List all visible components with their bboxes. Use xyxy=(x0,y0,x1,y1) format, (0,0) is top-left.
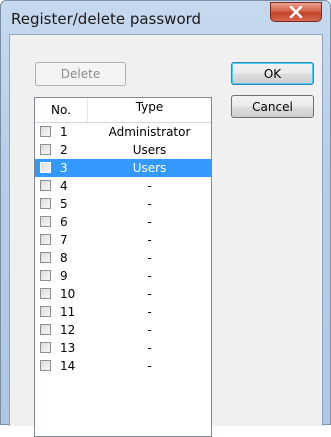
row-type: - xyxy=(147,341,152,355)
list-item[interactable]: 6- xyxy=(35,213,211,231)
row-number: 10 xyxy=(60,287,76,301)
ok-button[interactable]: OK xyxy=(231,62,314,85)
list-item[interactable]: 11 - xyxy=(35,303,211,321)
row-checkbox[interactable] xyxy=(40,270,51,281)
row-number: 1 xyxy=(60,125,68,139)
row-checkbox[interactable] xyxy=(40,306,51,317)
column-header-no[interactable]: No. xyxy=(35,98,88,122)
list-item[interactable]: 10 - xyxy=(35,285,211,303)
list-item[interactable]: 1 Administrator xyxy=(35,123,211,141)
dialog-window: Register/delete password Delete OK Cance… xyxy=(0,0,331,437)
list-header: No. Type xyxy=(35,98,211,123)
row-type: Users xyxy=(132,143,167,157)
row-number: 3 xyxy=(60,161,68,175)
row-checkbox[interactable] xyxy=(40,162,51,173)
list-item[interactable]: 7- xyxy=(35,231,211,249)
password-list[interactable]: No. Type 1 Administrator 2 Users 3 Users 4-5-6… xyxy=(34,97,212,437)
row-type: - xyxy=(147,233,152,247)
list-item[interactable]: 12 - xyxy=(35,321,211,339)
row-checkbox[interactable] xyxy=(40,360,51,371)
row-number: 4 xyxy=(60,179,68,193)
list-item[interactable]: 13 - xyxy=(35,339,211,357)
cancel-button[interactable]: Cancel xyxy=(231,95,314,118)
row-type: - xyxy=(147,197,152,211)
window-title: Register/delete password xyxy=(11,10,202,28)
dialog-client-area: Delete OK Cancel No. Type 1 Administrator… xyxy=(9,34,323,437)
row-number: 5 xyxy=(60,197,68,211)
row-type: - xyxy=(147,215,152,229)
row-type: Users xyxy=(132,161,167,175)
list-item[interactable]: 8- xyxy=(35,249,211,267)
list-item[interactable]: 14 - xyxy=(35,357,211,375)
list-item[interactable]: 2 Users xyxy=(35,141,211,159)
row-number: 11 xyxy=(60,305,76,319)
list-item[interactable]: 4- xyxy=(35,177,211,195)
row-number: 12 xyxy=(60,323,76,337)
row-number: 7 xyxy=(60,233,68,247)
delete-button[interactable]: Delete xyxy=(35,62,126,86)
row-checkbox[interactable] xyxy=(40,252,51,263)
row-number: 14 xyxy=(60,359,76,373)
row-checkbox[interactable] xyxy=(40,324,51,335)
row-number: 6 xyxy=(60,215,68,229)
list-item[interactable]: 5- xyxy=(35,195,211,213)
list-rows: 1 Administrator 2 Users 3 Users 4-5-6-7-8-9-10… xyxy=(35,123,211,375)
close-icon xyxy=(289,6,303,18)
row-number: 13 xyxy=(60,341,76,355)
row-checkbox[interactable] xyxy=(40,234,51,245)
list-item[interactable]: 3 Users xyxy=(35,159,211,177)
row-type: - xyxy=(147,287,152,301)
row-checkbox[interactable] xyxy=(40,180,51,191)
row-number: 9 xyxy=(60,269,68,283)
list-item[interactable]: 9- xyxy=(35,267,211,285)
column-header-type[interactable]: Type xyxy=(88,98,211,116)
row-checkbox[interactable] xyxy=(40,144,51,155)
title-bar[interactable]: Register/delete password xyxy=(1,1,330,35)
row-checkbox[interactable] xyxy=(40,126,51,137)
row-checkbox[interactable] xyxy=(40,198,51,209)
row-type: - xyxy=(147,251,152,265)
row-number: 8 xyxy=(60,251,68,265)
row-checkbox[interactable] xyxy=(40,288,51,299)
row-type: - xyxy=(147,269,152,283)
close-button[interactable] xyxy=(270,2,322,22)
row-number: 2 xyxy=(60,143,68,157)
row-checkbox[interactable] xyxy=(40,216,51,227)
row-type: - xyxy=(147,305,152,319)
row-checkbox[interactable] xyxy=(40,342,51,353)
row-type: - xyxy=(147,323,152,337)
row-type: - xyxy=(147,359,152,373)
row-type: Administrator xyxy=(108,125,191,139)
row-type: - xyxy=(147,179,152,193)
